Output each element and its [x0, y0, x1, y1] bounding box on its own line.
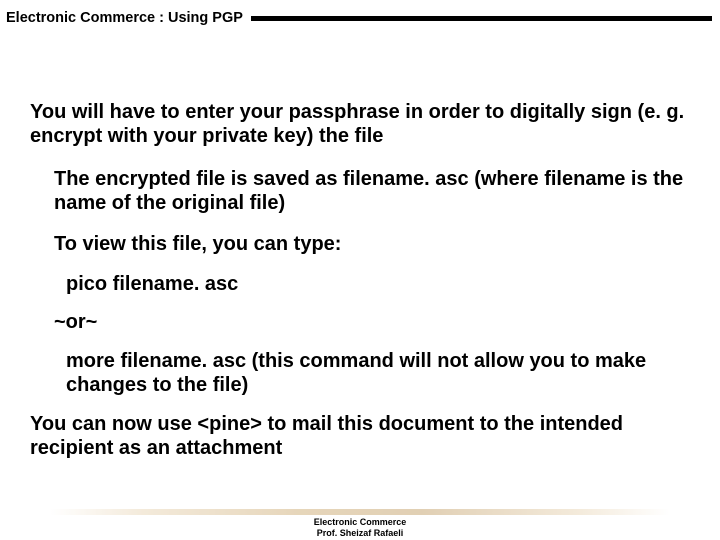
body-paragraph: The encrypted file is saved as filename.…	[54, 167, 690, 216]
header-title: Electronic Commerce : Using PGP	[6, 10, 251, 26]
footer-gradient-bar	[50, 509, 670, 515]
body-paragraph: You can now use <pine> to mail this docu…	[30, 412, 690, 461]
footer-line-2: Prof. Sheizaf Rafaeli	[0, 528, 720, 538]
footer-line-1: Electronic Commerce	[0, 517, 720, 527]
slide-footer: Electronic Commerce Prof. Sheizaf Rafael…	[0, 509, 720, 540]
body-paragraph: ~or~	[54, 310, 690, 334]
body-paragraph: more filename. asc (this command will no…	[66, 349, 690, 398]
body-paragraph: To view this file, you can type:	[54, 232, 690, 256]
slide-body: You will have to enter your passphrase i…	[0, 30, 720, 460]
body-paragraph: You will have to enter your passphrase i…	[30, 100, 690, 149]
body-paragraph: pico filename. asc	[66, 272, 690, 296]
header-rule	[251, 16, 712, 21]
slide-header: Electronic Commerce : Using PGP	[0, 0, 720, 30]
